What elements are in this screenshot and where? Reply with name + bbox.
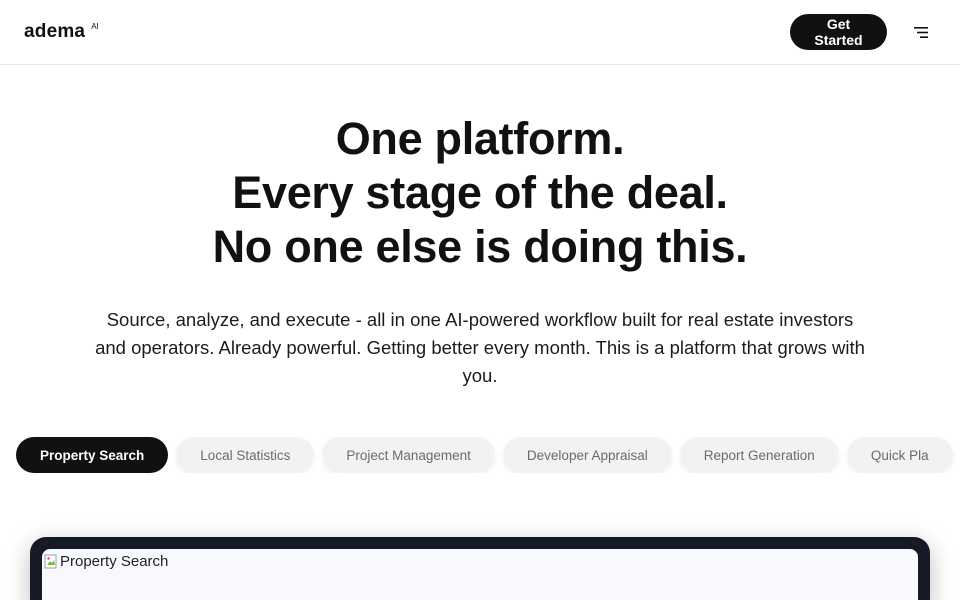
preview-image-alt: Property Search bbox=[60, 553, 169, 570]
feature-tabs: Property Search Local Statistics Project… bbox=[16, 437, 960, 473]
hero-title-line-1: One platform. bbox=[335, 113, 625, 164]
menu-icon bbox=[914, 26, 928, 38]
broken-image-icon bbox=[44, 554, 57, 568]
top-nav: adema AI Get Started bbox=[0, 0, 960, 65]
hero-title: One platform. Every stage of the deal. N… bbox=[0, 112, 960, 274]
menu-button[interactable] bbox=[906, 17, 936, 47]
tab-property-search[interactable]: Property Search bbox=[16, 437, 169, 473]
tab-project-management[interactable]: Project Management bbox=[322, 437, 495, 473]
tab-developer-appraisal[interactable]: Developer Appraisal bbox=[502, 437, 672, 473]
brand-name: adema bbox=[24, 21, 86, 42]
preview-image: Property Search bbox=[44, 553, 168, 570]
brand-ai-badge: AI bbox=[91, 22, 99, 31]
get-started-button[interactable]: Get Started bbox=[790, 14, 887, 50]
hero-title-line-3: No one else is doing this. bbox=[212, 221, 748, 272]
brand-logo[interactable]: adema AI bbox=[24, 21, 99, 43]
tab-report-generation[interactable]: Report Generation bbox=[679, 437, 839, 473]
tab-quick-plan[interactable]: Quick Pla bbox=[846, 437, 953, 473]
tab-local-statistics[interactable]: Local Statistics bbox=[176, 437, 315, 473]
header-actions: Get Started bbox=[790, 14, 936, 50]
preview-screen: Property Search bbox=[42, 549, 918, 600]
page: adema AI Get Started One platform. Every… bbox=[0, 0, 960, 600]
hero-title-line-2: Every stage of the deal. bbox=[232, 167, 728, 218]
hero-subtitle: Source, analyze, and execute - all in on… bbox=[95, 309, 865, 386]
preview-frame: Property Search bbox=[30, 537, 930, 600]
